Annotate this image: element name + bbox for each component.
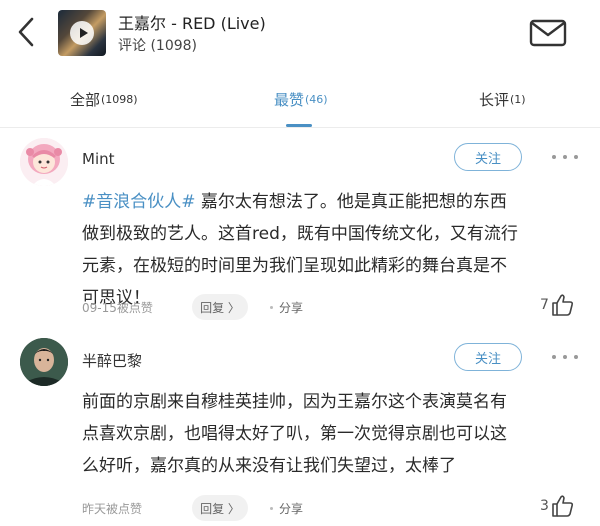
follow-button[interactable]: 关注 bbox=[454, 143, 522, 171]
like-count: 3 bbox=[540, 498, 549, 514]
comment-count: 评论 (1098) bbox=[118, 38, 198, 54]
play-icon bbox=[70, 21, 94, 45]
thumbs-up-icon bbox=[552, 294, 573, 316]
like-count: 7 bbox=[540, 297, 549, 313]
avatar[interactable] bbox=[20, 338, 68, 386]
separator-dot bbox=[270, 506, 273, 510]
avatar-illustration bbox=[20, 138, 68, 186]
message-button[interactable] bbox=[528, 18, 568, 48]
share-button[interactable]: 分享 bbox=[270, 495, 303, 521]
more-options-icon[interactable] bbox=[552, 147, 578, 167]
username[interactable]: 半醉巴黎 bbox=[82, 350, 142, 371]
tab-long-review[interactable]: 长评 (1) bbox=[479, 70, 526, 128]
comment-tabs: 全部 (1098) 最赞 (46) 长评 (1) bbox=[0, 70, 600, 128]
tab-top-liked[interactable]: 最赞 (46) bbox=[274, 70, 328, 128]
separator-dot bbox=[270, 305, 273, 309]
comment-item: 半醉巴黎 关注 前面的京剧来自穆桂英挂帅，因为王嘉尔这个表演莫名有点喜欢京剧，也… bbox=[0, 330, 600, 526]
like-button[interactable]: 3 bbox=[540, 493, 575, 519]
avatar[interactable] bbox=[20, 138, 68, 186]
back-button[interactable] bbox=[10, 14, 42, 50]
share-label: 分享 bbox=[279, 501, 304, 516]
thumbs-up-icon bbox=[552, 495, 573, 517]
comment-body: 前面的京剧来自穆桂英挂帅，因为王嘉尔这个表演莫名有点喜欢京剧，也唱得太好了叭，第… bbox=[82, 392, 507, 476]
comment-item: Mint 关注 #音浪合伙人# 嘉尔太有想法了。他是真正能把想的东西做到极致的艺… bbox=[0, 130, 600, 326]
username[interactable]: Mint bbox=[82, 150, 115, 168]
tab-top-liked-count: (46) bbox=[305, 92, 328, 106]
tab-all[interactable]: 全部 (1098) bbox=[70, 70, 138, 128]
tab-long-review-label: 长评 bbox=[479, 90, 510, 109]
header-bar: 王嘉尔 - RED (Live) 评论 (1098) bbox=[0, 0, 600, 66]
active-tab-indicator bbox=[286, 124, 312, 127]
liked-time: 昨天被点赞 bbox=[82, 502, 143, 516]
tab-long-review-count: (1) bbox=[510, 92, 526, 106]
reply-button[interactable]: 回复 〉 bbox=[192, 495, 248, 521]
share-label: 分享 bbox=[279, 300, 304, 315]
share-button[interactable]: 分享 bbox=[270, 294, 303, 320]
chevron-left-icon bbox=[18, 17, 34, 47]
hashtag-link[interactable]: #音浪合伙人# bbox=[82, 192, 196, 212]
envelope-icon bbox=[529, 19, 567, 47]
song-title: 王嘉尔 - RED (Live) bbox=[118, 14, 266, 33]
reply-button[interactable]: 回复 〉 bbox=[192, 294, 248, 320]
tab-top-liked-label: 最赞 bbox=[274, 90, 305, 109]
avatar-photo bbox=[20, 338, 68, 386]
liked-time: 09-15被点赞 bbox=[82, 301, 153, 315]
like-button[interactable]: 7 bbox=[540, 292, 575, 318]
comment-text: 前面的京剧来自穆桂英挂帅，因为王嘉尔这个表演莫名有点喜欢京剧，也唱得太好了叭，第… bbox=[82, 386, 522, 482]
more-options-icon[interactable] bbox=[552, 347, 578, 367]
tab-all-label: 全部 bbox=[70, 90, 101, 109]
song-thumbnail[interactable] bbox=[58, 10, 106, 56]
tab-all-count: (1098) bbox=[101, 92, 138, 106]
follow-button[interactable]: 关注 bbox=[454, 343, 522, 371]
